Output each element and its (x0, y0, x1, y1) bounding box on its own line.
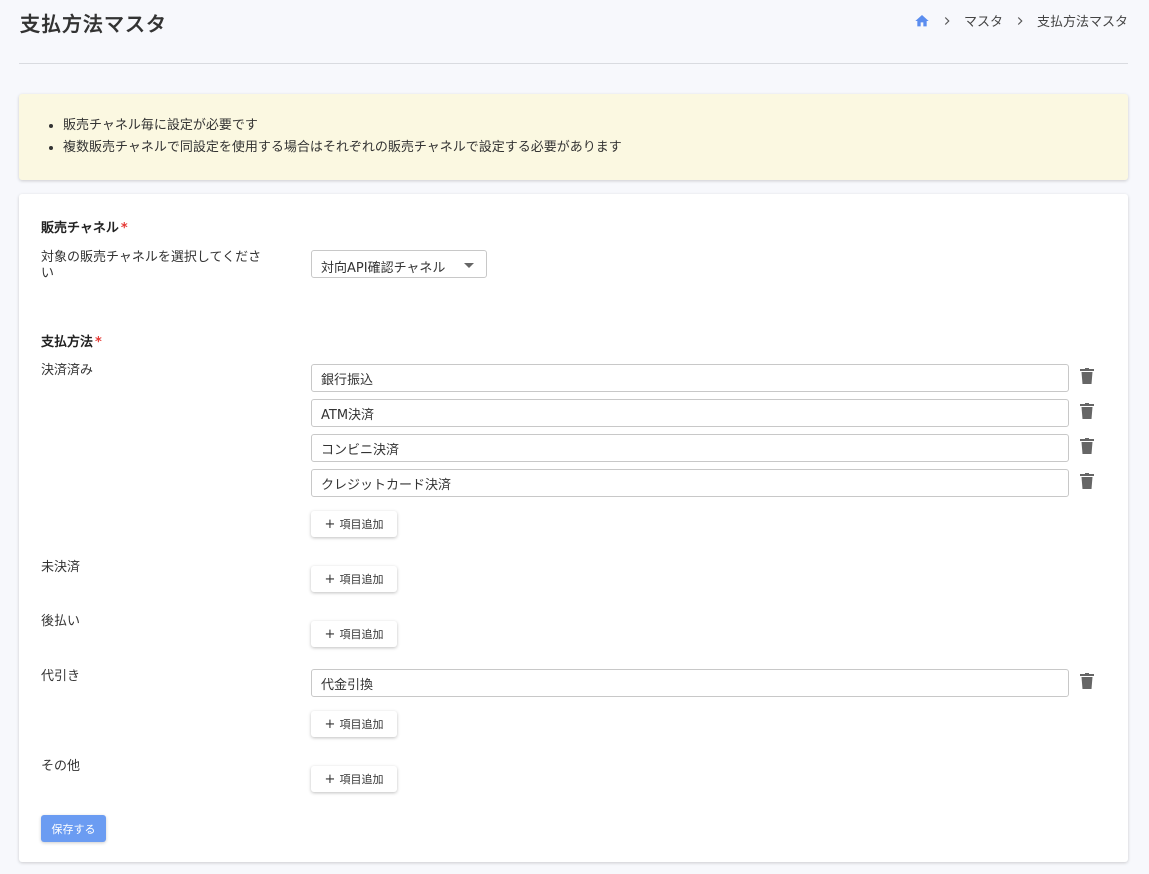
notice-item: 販売チャネル毎に設定が必要です (63, 115, 1128, 137)
home-icon[interactable] (914, 13, 930, 29)
save-button[interactable]: 保存する (41, 815, 106, 842)
trash-icon[interactable] (1080, 368, 1094, 384)
group-label-cod: 代引き (41, 669, 81, 684)
add-item-button[interactable]: + 項目追加 (311, 621, 397, 647)
channel-section-title: 販売チャネル * (41, 217, 128, 236)
channel-title-text: 販売チャネル (41, 221, 119, 236)
add-item-label: 項目追加 (339, 518, 384, 531)
plus-icon: + (324, 516, 336, 532)
add-item-label: 項目追加 (339, 718, 384, 731)
trash-icon[interactable] (1080, 438, 1094, 454)
channel-label-line: 対象の販売チャネルを選択してくださ (41, 250, 262, 265)
page-header: 支払方法マスタ マスタ 支払方法マスタ (19, 0, 1128, 64)
plus-icon: + (324, 771, 336, 787)
add-item-label: 項目追加 (339, 628, 384, 641)
add-item-button[interactable]: + 項目追加 (311, 766, 397, 792)
group-label-settled: 決済済み (41, 363, 94, 378)
notice-item: 複数販売チャネルで同設定を使用する場合はそれぞれの販売チャネルで設定する必要があ… (63, 137, 1128, 159)
required-mark: * (120, 221, 128, 236)
caret-down-icon (464, 263, 474, 268)
breadcrumb-master[interactable]: マスタ (964, 11, 1003, 30)
breadcrumb-current: 支払方法マスタ (1036, 15, 1128, 30)
notice-box: 販売チャネル毎に設定が必要です 複数販売チャネルで同設定を使用する場合はそれぞれ… (19, 94, 1128, 180)
payment-section-title: 支払方法 * (41, 331, 102, 350)
trash-icon[interactable] (1080, 473, 1094, 489)
trash-icon[interactable] (1080, 403, 1094, 419)
add-item-label: 項目追加 (339, 573, 384, 586)
notice-list: 販売チャネル毎に設定が必要です 複数販売チャネルで同設定を使用する場合はそれぞれ… (63, 115, 1128, 159)
payment-title-text: 支払方法 (41, 335, 94, 350)
plus-icon: + (324, 716, 336, 732)
required-mark: * (95, 335, 102, 350)
plus-icon: + (324, 571, 336, 587)
add-item-button[interactable]: + 項目追加 (311, 711, 397, 737)
payment-item-input[interactable] (311, 364, 1069, 392)
payment-item-input[interactable] (311, 669, 1069, 697)
channel-select[interactable]: 対向API確認チャネル (311, 250, 487, 278)
trash-icon[interactable] (1080, 673, 1094, 689)
add-item-label: 項目追加 (339, 773, 384, 786)
channel-select-value: 対向API確認チャネル (321, 261, 446, 276)
breadcrumb: マスタ 支払方法マスタ (914, 11, 1128, 30)
page-title: 支払方法マスタ (20, 12, 167, 36)
channel-field-label: 対象の販売チャネルを選択してくださ い (41, 250, 261, 282)
channel-label-line: い (41, 266, 55, 281)
group-label-other: その他 (41, 759, 81, 774)
chevron-right-icon (944, 16, 950, 25)
payment-item-input[interactable] (311, 469, 1069, 497)
payment-item-input[interactable] (311, 399, 1069, 427)
add-item-button[interactable]: + 項目追加 (311, 566, 397, 592)
group-label-unsettled: 未決済 (41, 560, 81, 575)
plus-icon: + (324, 626, 336, 642)
add-item-button[interactable]: + 項目追加 (311, 511, 397, 537)
group-label-deferred: 後払い (41, 614, 81, 629)
payment-item-input[interactable] (311, 434, 1069, 462)
chevron-right-icon (1017, 16, 1023, 25)
settings-card: 販売チャネル * 対象の販売チャネルを選択してくださ い 対向API確認チャネル … (19, 194, 1128, 862)
